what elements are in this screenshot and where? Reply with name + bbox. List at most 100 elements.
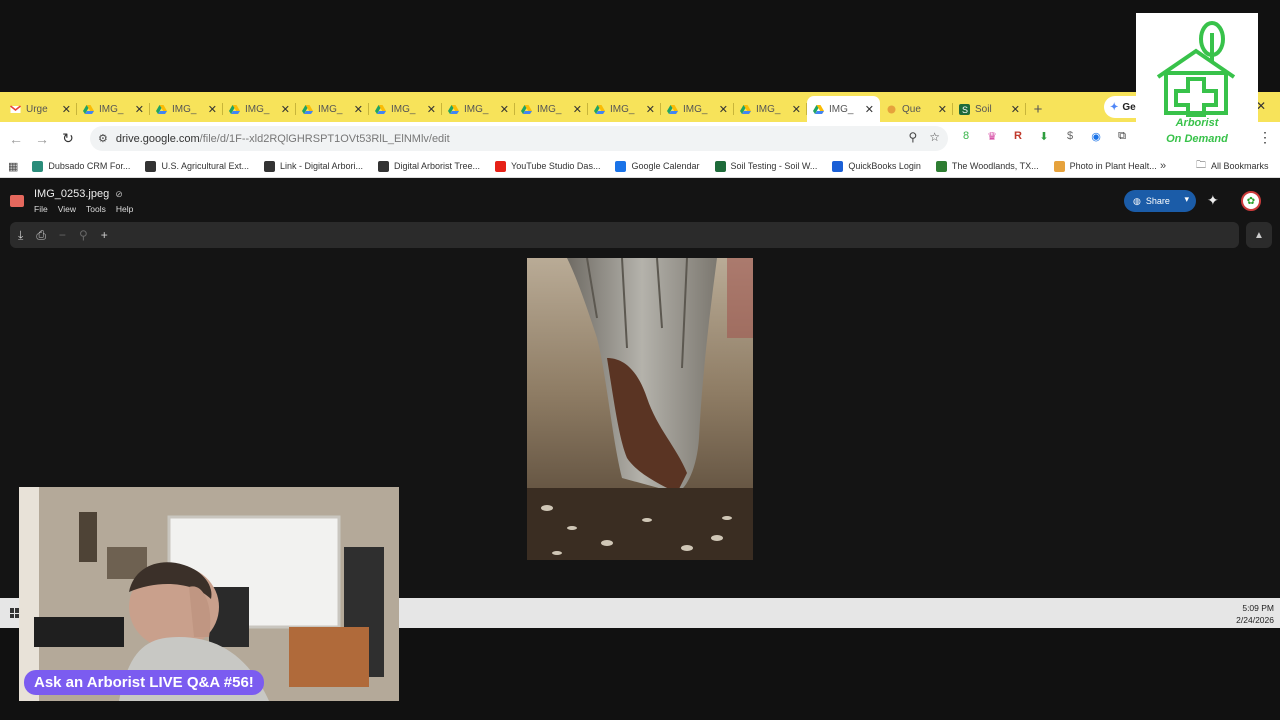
browser-tab[interactable]: IMG_ ✕ (77, 96, 150, 122)
browser-tab[interactable]: IMG_ ✕ (442, 96, 515, 122)
share-dropdown-icon[interactable]: ▾ (1184, 194, 1189, 205)
more-bookmarks-icon[interactable]: » (1160, 160, 1166, 172)
browser-tab[interactable]: S Soil ✕ (953, 96, 1026, 122)
screen: Urge ✕ IMG_ ✕ IMG_ ✕ IMG_ ✕ IMG_ ✕ IMG_ ✕ IMG_ ✕ IMG_ ✕… (0, 0, 1280, 720)
tab-close-icon[interactable]: ✕ (62, 103, 71, 116)
extension-green-icon[interactable]: 8 (958, 128, 974, 144)
tab-title: IMG_ (245, 103, 270, 115)
browser-tab[interactable]: IMG_ ✕ (369, 96, 442, 122)
menu-item-tools[interactable]: Tools (86, 204, 106, 214)
new-tab-button[interactable]: + (1026, 96, 1050, 122)
zoom-out-icon[interactable]: − (59, 228, 66, 242)
browser-tab[interactable]: IMG_ ✕ (734, 96, 807, 122)
bookmark-star-icon[interactable]: ☆ (929, 130, 940, 144)
tab-close-icon[interactable]: ✕ (208, 103, 217, 116)
gemini-spark-icon[interactable]: ✦ (1207, 192, 1219, 209)
browser-tab[interactable]: IMG_ ✕ (150, 96, 223, 122)
bookmark-label: YouTube Studio Das... (511, 161, 601, 171)
house-tree-logo-icon (1156, 21, 1236, 117)
drive-icon (229, 104, 240, 115)
extension-s-icon[interactable]: $ (1062, 128, 1078, 144)
extensions-puzzle-icon[interactable]: ⧉ (1114, 128, 1130, 144)
bookmark-item[interactable]: Photo in Plant Healt... (1053, 160, 1157, 172)
tab-close-icon[interactable]: ✕ (1011, 103, 1020, 116)
tab-title: IMG_ (99, 103, 124, 115)
site-settings-icon[interactable]: ⚙ (98, 132, 108, 145)
extension-download-icon[interactable]: ⬇ (1036, 128, 1052, 144)
address-bar[interactable]: ⚙ drive.google.com/file/d/1F--xld2RQlGHR… (90, 126, 948, 151)
browser-tab[interactable]: IMG_ ✕ (807, 96, 880, 122)
extension-r-icon[interactable]: R (1010, 128, 1026, 144)
menu-item-file[interactable]: File (34, 204, 48, 214)
bookmark-item[interactable]: YouTube Studio Das... (495, 160, 601, 172)
tab-close-icon[interactable]: ✕ (500, 103, 509, 116)
bookmark-favicon-icon (145, 160, 157, 172)
viewer-toolbar: ⤓ ⎙ − ⚲ + (10, 222, 1239, 248)
extension-crown-icon[interactable]: ♛ (984, 128, 1000, 144)
zoom-search-icon[interactable]: ⚲ (79, 228, 88, 242)
bookmark-favicon-icon (263, 160, 275, 172)
browser-menu-icon[interactable]: ⋮ (1258, 129, 1272, 146)
browser-tab[interactable]: IMG_ ✕ (661, 96, 734, 122)
browser-tab[interactable]: IMG_ ✕ (588, 96, 661, 122)
tab-close-icon[interactable]: ✕ (719, 103, 728, 116)
system-clock: 5:09 PM 2/24/2026 (1236, 602, 1274, 626)
viewer-header: IMG_0253.jpeg ⊘ File View Tools Help ◍ Shar… (0, 178, 1280, 220)
tab-close-icon[interactable]: ✕ (354, 103, 363, 116)
bookmark-item[interactable]: Digital Arborist Tree... (378, 160, 481, 172)
tab-close-icon[interactable]: ✕ (427, 103, 436, 116)
bookmark-item[interactable]: Google Calendar (615, 160, 700, 172)
menu-item-help[interactable]: Help (116, 204, 133, 214)
browser-tab[interactable]: IMG_ ✕ (296, 96, 369, 122)
url-path: /file/d/1F--xld2RQlGHRSPT1OVt53RlL_ElNMl… (199, 132, 450, 145)
extensions-row: 8 ♛ R ⬇ $ ◉ ⧉ (958, 128, 1130, 144)
extension-record-icon[interactable]: ◉ (1088, 128, 1104, 144)
menu-item-view[interactable]: View (58, 204, 76, 214)
url-domain: drive.google.com (115, 132, 200, 145)
account-avatar[interactable]: ✿ (1241, 191, 1261, 211)
browser-tab[interactable]: IMG_ ✕ (515, 96, 588, 122)
gmail-icon (10, 104, 21, 115)
drive-icon (448, 104, 459, 115)
reload-icon[interactable]: ↻ (55, 126, 81, 152)
forms-icon (886, 104, 897, 115)
bookmark-item[interactable]: U.S. Agricultural Ext... (145, 160, 249, 172)
back-icon[interactable]: ← (3, 126, 29, 152)
share-button[interactable]: ◍ Share ▾ (1124, 190, 1196, 212)
browser-tab[interactable]: Urge ✕ (4, 96, 77, 122)
drive-icon (302, 104, 313, 115)
download-icon[interactable]: ⤓ (18, 228, 23, 243)
bookmark-label: Digital Arborist Tree... (394, 161, 481, 171)
tab-title: IMG_ (829, 103, 854, 115)
browser-tab[interactable]: IMG_ ✕ (223, 96, 296, 122)
zoom-icon[interactable]: ⚲ (908, 130, 917, 144)
tab-close-icon[interactable]: ✕ (938, 103, 947, 116)
tab-close-icon[interactable]: ✕ (135, 103, 144, 116)
apps-grid-icon[interactable]: ▦ (8, 160, 18, 173)
drive-icon (521, 104, 532, 115)
bookmark-item[interactable]: The Woodlands, TX... (935, 160, 1039, 172)
zoom-in-icon[interactable]: + (101, 228, 108, 242)
gemini-tab-label: Ge (1122, 101, 1136, 113)
tab-strip: Urge ✕ IMG_ ✕ IMG_ ✕ IMG_ ✕ IMG_ ✕ IMG_ ✕ IMG_ ✕ IMG_ ✕… (0, 92, 1280, 122)
bookmark-label: Link - Digital Arbori... (279, 161, 363, 171)
tab-close-icon[interactable]: ✕ (792, 103, 801, 116)
bookmark-item[interactable]: Link - Digital Arbori... (263, 160, 363, 172)
tab-close-icon[interactable]: ✕ (646, 103, 655, 116)
bookmark-item[interactable]: QuickBooks Login (832, 160, 921, 172)
image-file-icon (10, 195, 24, 207)
tab-title: Que (902, 103, 921, 115)
bookmark-item[interactable]: Dubsado CRM For... (32, 160, 130, 172)
clock-time: 5:09 PM (1242, 603, 1274, 613)
collapse-toolbar-icon[interactable]: ▲ (1246, 222, 1272, 248)
bookmark-item[interactable]: Soil Testing - Soil W... (714, 160, 817, 172)
all-bookmarks-button[interactable]: 🗀 All Bookmarks (1196, 158, 1269, 175)
print-icon[interactable]: ⎙ (36, 228, 46, 243)
tab-title: IMG_ (610, 103, 635, 115)
forward-icon[interactable]: → (29, 126, 55, 152)
tab-close-icon[interactable]: ✕ (281, 103, 290, 116)
top-black-band (0, 0, 1280, 92)
browser-tab[interactable]: Que ✕ (880, 96, 953, 122)
tab-close-icon[interactable]: ✕ (865, 103, 874, 116)
tab-close-icon[interactable]: ✕ (573, 103, 582, 116)
